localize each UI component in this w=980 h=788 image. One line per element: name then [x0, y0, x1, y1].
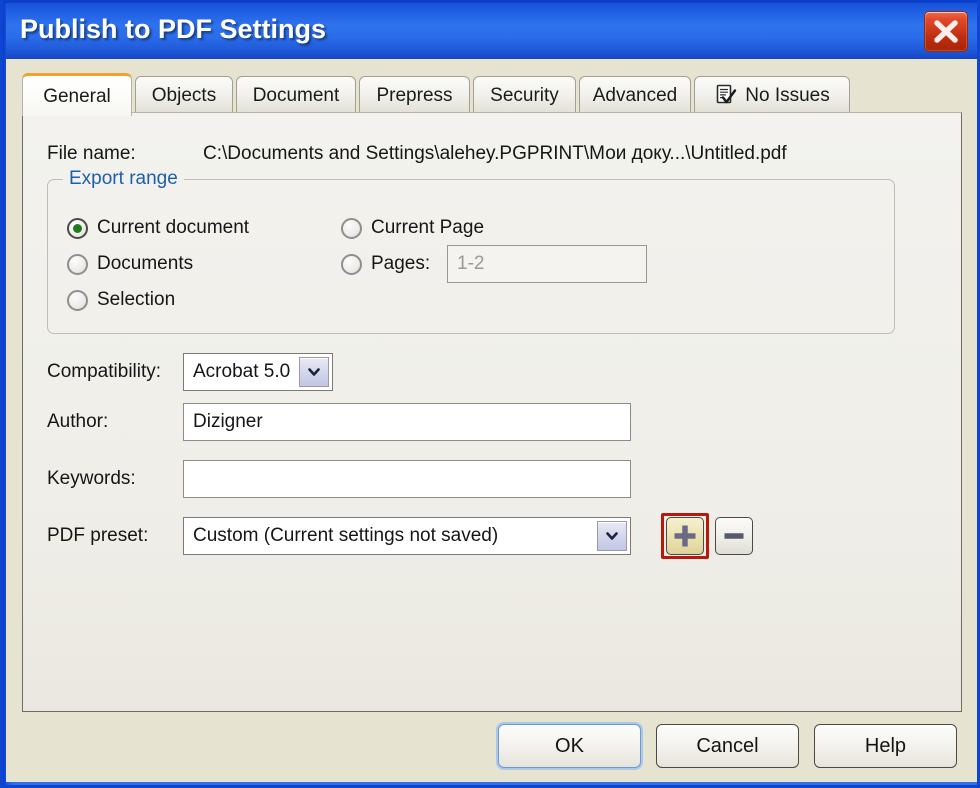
author-input[interactable]: Dizigner [183, 403, 631, 441]
ok-button[interactable]: OK [498, 724, 641, 768]
radio-current-document-label: Current document [97, 217, 250, 238]
cancel-button-label: Cancel [696, 734, 759, 757]
tab-general[interactable]: General [22, 73, 132, 116]
file-name-value: C:\Documents and Settings\alehey.PGPRINT… [203, 143, 787, 164]
pages-input-value: 1-2 [457, 253, 485, 274]
tab-advanced-label: Advanced [592, 84, 678, 106]
preset-add-button[interactable] [666, 517, 704, 555]
radio-selection-label: Selection [97, 289, 176, 310]
chevron-down-icon[interactable] [299, 357, 329, 387]
radio-pages[interactable]: Pages: [341, 253, 430, 275]
radio-selection[interactable]: Selection [67, 289, 175, 311]
tab-panel-general: File name: C:\Documents and Settings\ale… [22, 112, 962, 712]
tab-prepress-label: Prepress [376, 84, 453, 106]
author-input-value: Dizigner [193, 411, 263, 432]
pdf-preset-label: PDF preset: [47, 525, 149, 546]
tab-objects[interactable]: Objects [135, 76, 233, 113]
tab-advanced[interactable]: Advanced [579, 76, 691, 113]
dialog-window: Publish to PDF Settings General Objects … [0, 0, 980, 788]
keywords-label: Keywords: [47, 468, 136, 489]
plus-icon [674, 525, 696, 547]
tab-strip: General Objects Document Prepress Securi… [22, 73, 962, 116]
tab-general-label: General [43, 85, 111, 107]
radio-dot-icon [67, 217, 88, 239]
radio-dot-icon [67, 289, 88, 311]
radio-dot-icon [67, 253, 88, 275]
ok-button-label: OK [555, 734, 584, 757]
tab-document-label: Document [252, 84, 340, 106]
radio-documents[interactable]: Documents [67, 253, 193, 275]
tab-no-issues-label: No Issues [745, 84, 830, 106]
tab-security[interactable]: Security [473, 76, 576, 113]
dialog-body: General Objects Document Prepress Securi… [6, 59, 977, 782]
pdf-preset-combo[interactable]: Custom (Current settings not saved) [183, 517, 631, 555]
export-range-title: Export range [63, 168, 184, 190]
help-button-label: Help [864, 734, 907, 757]
radio-current-page-label: Current Page [371, 217, 485, 238]
tab-no-issues[interactable]: No Issues [694, 76, 850, 113]
chevron-down-icon[interactable] [597, 521, 627, 551]
radio-pages-label: Pages: [371, 253, 431, 274]
compatibility-label: Compatibility: [47, 361, 162, 382]
cancel-button[interactable]: Cancel [656, 724, 799, 768]
author-label: Author: [47, 411, 109, 432]
radio-current-page[interactable]: Current Page [341, 217, 484, 239]
compatibility-value: Acrobat 5.0 [193, 361, 291, 382]
title-bar: Publish to PDF Settings [6, 3, 977, 59]
radio-current-document[interactable]: Current document [67, 217, 249, 239]
tab-prepress[interactable]: Prepress [359, 76, 470, 113]
minus-icon [724, 533, 744, 539]
radio-dot-icon [341, 253, 362, 275]
tab-document[interactable]: Document [236, 76, 356, 113]
document-check-icon [714, 83, 738, 107]
tab-security-label: Security [490, 84, 559, 106]
window-title: Publish to PDF Settings [20, 14, 327, 44]
tab-objects-label: Objects [151, 84, 217, 106]
close-icon [934, 20, 958, 43]
compatibility-combo[interactable]: Acrobat 5.0 [183, 353, 333, 391]
help-button[interactable]: Help [814, 724, 957, 768]
preset-remove-button[interactable] [715, 517, 753, 555]
radio-documents-label: Documents [97, 253, 194, 274]
keywords-input[interactable] [183, 460, 631, 498]
close-button[interactable] [924, 11, 968, 52]
file-name-label: File name: [47, 143, 136, 164]
radio-dot-icon [341, 217, 362, 239]
pdf-preset-value: Custom (Current settings not saved) [193, 525, 499, 546]
pages-input[interactable]: 1-2 [447, 245, 647, 283]
